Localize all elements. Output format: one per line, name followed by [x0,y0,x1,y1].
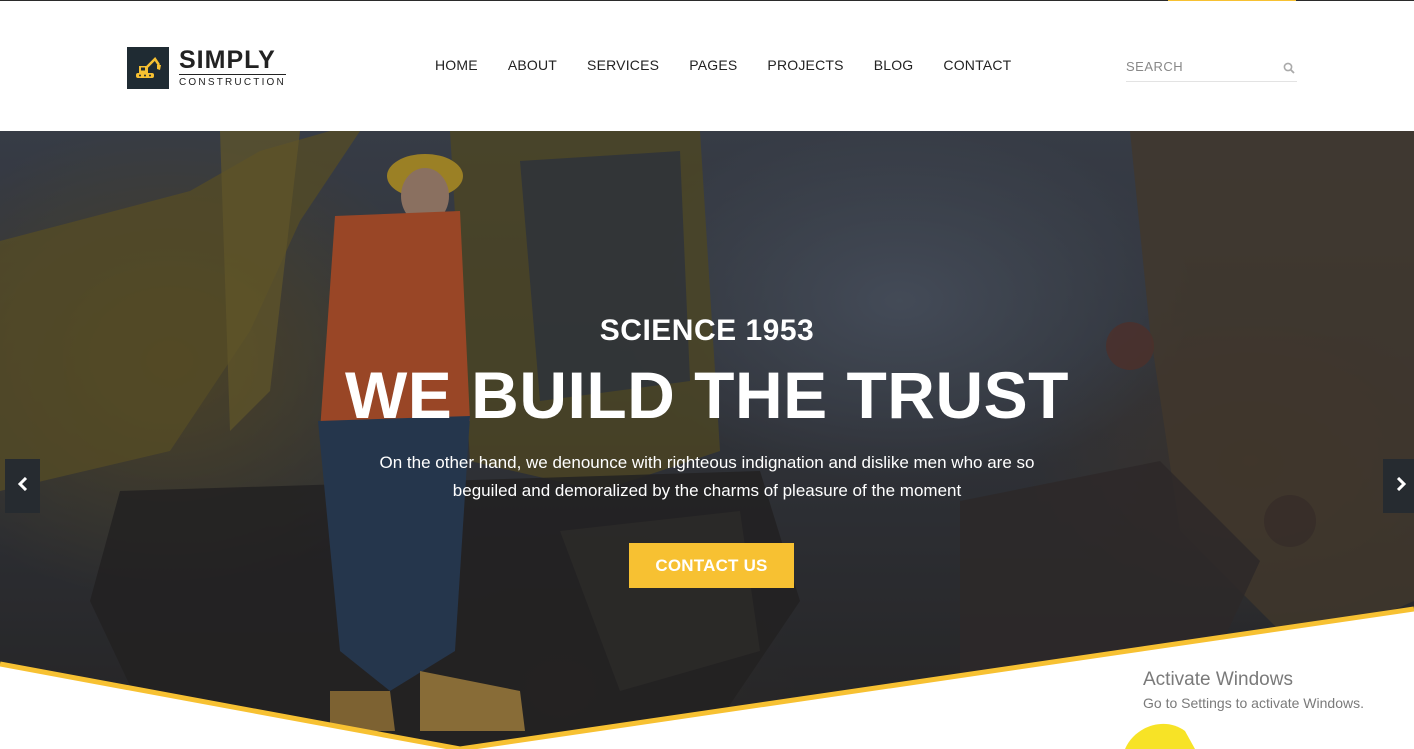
windows-activation-watermark: Activate Windows Go to Settings to activ… [1143,668,1364,714]
search-icon[interactable] [1283,61,1295,79]
nav-pages[interactable]: PAGES [689,57,737,73]
hero-kicker: SCIENCE 1953 [599,314,815,347]
excavator-icon [127,47,169,89]
watermark-subtitle: Go to Settings to activate Windows. [1143,695,1364,711]
hero-description: On the other hand, we denounce with righ… [379,453,1035,500]
nav-blog[interactable]: BLOG [874,57,914,73]
nav-services[interactable]: SERVICES [587,57,659,73]
watermark-title: Activate Windows [1143,669,1293,690]
nav-contact[interactable]: CONTACT [943,57,1011,73]
logo-name: SIMPLY [179,46,276,74]
site-header: SIMPLY CONSTRUCTION HOME ABOUT SERVICES … [0,1,1414,131]
nav-about[interactable]: ABOUT [508,57,557,73]
logo-tagline: CONSTRUCTION [179,74,286,89]
hero-bottom-shape [0,606,1414,749]
slider-prev-button[interactable] [5,459,40,513]
nav-home[interactable]: HOME [435,57,478,73]
chevron-left-icon [17,476,29,496]
chevron-right-icon [1395,476,1407,496]
hero-title: WE BUILD THE TRUST [345,358,1069,432]
hero-slider: SCIENCE 1953 WE BUILD THE TRUST On the o… [0,131,1414,749]
slider-next-button[interactable] [1383,459,1414,513]
search-box [1126,58,1297,82]
nav-projects[interactable]: PROJECTS [767,57,843,73]
contact-us-button[interactable]: CONTACT US [629,543,794,588]
main-nav: HOME ABOUT SERVICES PAGES PROJECTS BLOG … [420,57,1026,73]
search-input[interactable] [1126,58,1276,75]
site-logo[interactable]: SIMPLY CONSTRUCTION [127,47,286,89]
